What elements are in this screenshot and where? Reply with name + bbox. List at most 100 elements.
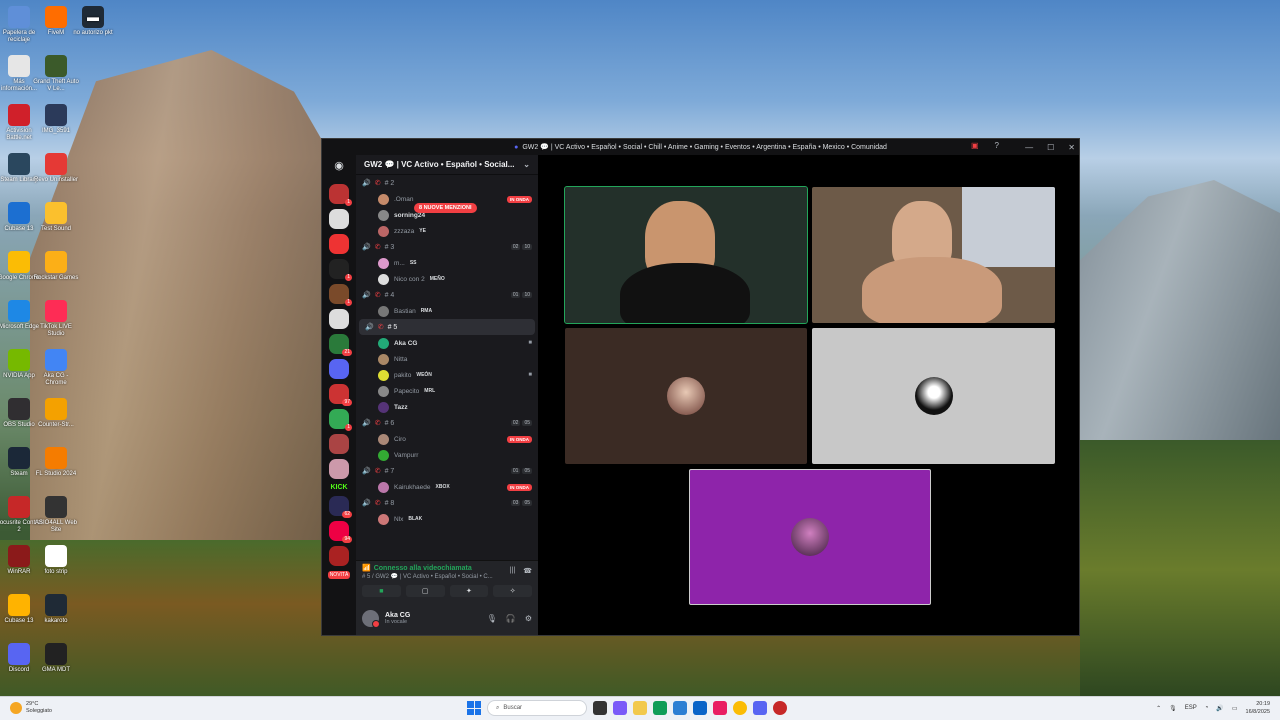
disconnect-icon[interactable]: ☎ [523, 567, 532, 575]
camera-button[interactable]: ■ [362, 585, 401, 597]
server-icon[interactable]: 1 [329, 284, 352, 306]
voice-user[interactable]: zzzaza YE [356, 223, 538, 239]
weather-widget[interactable]: 29°C Soleggiato [10, 701, 52, 715]
server-icon[interactable] [329, 309, 349, 329]
voice-channel-name[interactable]: # 5 / GW2 💬 | VC Activo • Español • Soci… [362, 573, 502, 580]
video-tile-2[interactable] [812, 187, 1055, 323]
server-icon[interactable] [329, 234, 349, 254]
noise-suppression-icon[interactable]: ||| [510, 567, 515, 575]
voice-channel[interactable]: 🔊 ✆ # 2 [356, 175, 538, 191]
new-badge[interactable]: NOVITÀ [327, 571, 351, 579]
server-icon[interactable]: 1 [329, 409, 352, 431]
server-icon[interactable] [329, 546, 349, 566]
server-icon[interactable] [329, 434, 349, 454]
voice-channel[interactable]: 🔊 ✆ # 6 02 05 [356, 415, 538, 431]
desktop-icon-11[interactable]: foto strip [33, 545, 79, 576]
voice-user[interactable]: Tazz [356, 399, 538, 415]
task-view-icon[interactable] [593, 701, 607, 715]
chrome-icon[interactable] [733, 701, 747, 715]
inbox-icon[interactable]: ▣ [971, 141, 979, 150]
search-input[interactable]: ⌕ Buscar [487, 700, 587, 716]
tiktok-icon[interactable] [713, 701, 727, 715]
soundboard-button[interactable]: ✧ [493, 585, 532, 597]
desktop-icon-no-autorizo[interactable]: ▬ no autorizo pkt [70, 6, 116, 37]
voice-user[interactable]: Nitta [356, 351, 538, 367]
new-mentions-pill[interactable]: 8 NUOVE MENZIONI [414, 203, 477, 213]
voice-user[interactable]: m... SS [356, 255, 538, 271]
volume-icon[interactable]: 🔊 [1216, 705, 1223, 712]
voice-channel[interactable]: 🔊 ✆ # 3 02 10 [356, 239, 538, 255]
app-icon [45, 594, 67, 616]
server-icon[interactable] [329, 209, 349, 229]
video-tile-5[interactable] [689, 469, 931, 605]
wifi-icon[interactable]: ◔ [1205, 705, 1209, 711]
maximize-button[interactable]: ☐ [1047, 143, 1054, 152]
voice-user[interactable]: Vampurr [356, 447, 538, 463]
voice-user[interactable]: Aka CG ■ [356, 335, 538, 351]
wallpaper-forest-right [1080, 440, 1280, 700]
desktop-icon-2[interactable]: IMG_3591 [33, 104, 79, 135]
app-icon [45, 251, 67, 273]
server-icon[interactable]: 62 [329, 496, 352, 518]
server-icon[interactable] [329, 359, 349, 379]
desktop-icon-6[interactable]: TikTok LIVE Studio [33, 300, 79, 338]
server-icon[interactable]: 1 [329, 259, 352, 281]
file-explorer-icon[interactable] [633, 701, 647, 715]
server-header[interactable]: GW2 💬 | VC Activo • Español • Social... … [356, 155, 538, 175]
language-indicator[interactable]: ESP [1185, 705, 1197, 711]
store-icon[interactable] [673, 701, 687, 715]
voice-user[interactable]: Nico con 2 MEÑO [356, 271, 538, 287]
discord-taskbar-icon[interactable] [753, 701, 767, 715]
voice-user[interactable]: Bastian RMA [356, 303, 538, 319]
discord-home-icon[interactable]: ◉ [329, 159, 349, 179]
voice-user[interactable]: Papecito MRL [356, 383, 538, 399]
video-tile-3[interactable] [565, 328, 807, 464]
desktop-icon-13[interactable]: GMA MDT [33, 643, 79, 674]
voice-channel[interactable]: 🔊 ✆ # 5 [359, 319, 535, 335]
headphones-icon[interactable]: 🎧 [506, 614, 516, 623]
voice-user[interactable]: Kairukhaede XBOX IN ONDA [356, 479, 538, 495]
desktop-icon-9[interactable]: FL Studio 2024 [33, 447, 79, 478]
help-icon[interactable]: ? [995, 141, 999, 150]
server-icon[interactable] [329, 459, 349, 479]
desktop-icon-8[interactable]: Counter-Str... [33, 398, 79, 429]
chevron-up-icon[interactable]: ⌃ [1156, 705, 1161, 712]
screen-share-button[interactable]: ▢ [405, 585, 445, 597]
clock[interactable]: 20:19 16/8/2025 [1246, 700, 1270, 716]
server-icon[interactable]: 1 [329, 184, 352, 206]
avatar[interactable] [362, 610, 380, 628]
close-button[interactable]: ✕ [1068, 143, 1075, 152]
desktop-icon-4[interactable]: Test Sound [33, 202, 79, 233]
voice-user[interactable]: Nlx BLAK [356, 511, 538, 527]
microphone-tray-icon[interactable]: 🎙 [1169, 705, 1177, 712]
desktop-icon-12[interactable]: kakaroto [33, 594, 79, 625]
desktop-icon-10[interactable]: ASIO4ALL Web Site [33, 496, 79, 534]
start-button[interactable] [467, 701, 481, 715]
outlook-icon[interactable] [693, 701, 707, 715]
video-tile-4[interactable] [812, 328, 1055, 464]
avatar [378, 225, 389, 237]
voice-channel[interactable]: 🔊 ✆ # 4 01 10 [356, 287, 538, 303]
desktop-icon-7[interactable]: Aka CG - Chrome [33, 349, 79, 387]
settings-gear-icon[interactable]: ⚙ [525, 614, 532, 623]
battery-icon[interactable]: ▭ [1232, 705, 1238, 712]
voice-status[interactable]: Connesso alla videochiamata [374, 565, 472, 572]
microphone-icon[interactable]: 🎙 [487, 614, 497, 623]
desktop-icon-1[interactable]: Grand Theft Auto V Le... [33, 55, 79, 93]
minimize-button[interactable]: — [1025, 143, 1033, 152]
desktop-icon-3[interactable]: Revo Uninstaller [33, 153, 79, 184]
voice-channel[interactable]: 🔊 ✆ # 7 01 05 [356, 463, 538, 479]
server-icon-kick[interactable]: KICK [330, 484, 347, 491]
edge-icon[interactable] [653, 701, 667, 715]
desktop-icon-5[interactable]: Rockstar Games [33, 251, 79, 282]
copilot-icon[interactable] [613, 701, 627, 715]
obs-icon[interactable] [773, 701, 787, 715]
server-icon[interactable]: 97 [329, 384, 352, 406]
video-tile-1[interactable] [564, 186, 808, 324]
voice-channel[interactable]: 🔊 ✆ # 8 03 05 [356, 495, 538, 511]
activity-button[interactable]: ✦ [449, 585, 489, 597]
voice-user[interactable]: pakito WEÓN ■ [356, 367, 538, 383]
server-icon[interactable]: 94 [329, 521, 352, 543]
server-icon[interactable]: 21 [329, 334, 352, 356]
voice-user[interactable]: Ciro IN ONDA [356, 431, 538, 447]
